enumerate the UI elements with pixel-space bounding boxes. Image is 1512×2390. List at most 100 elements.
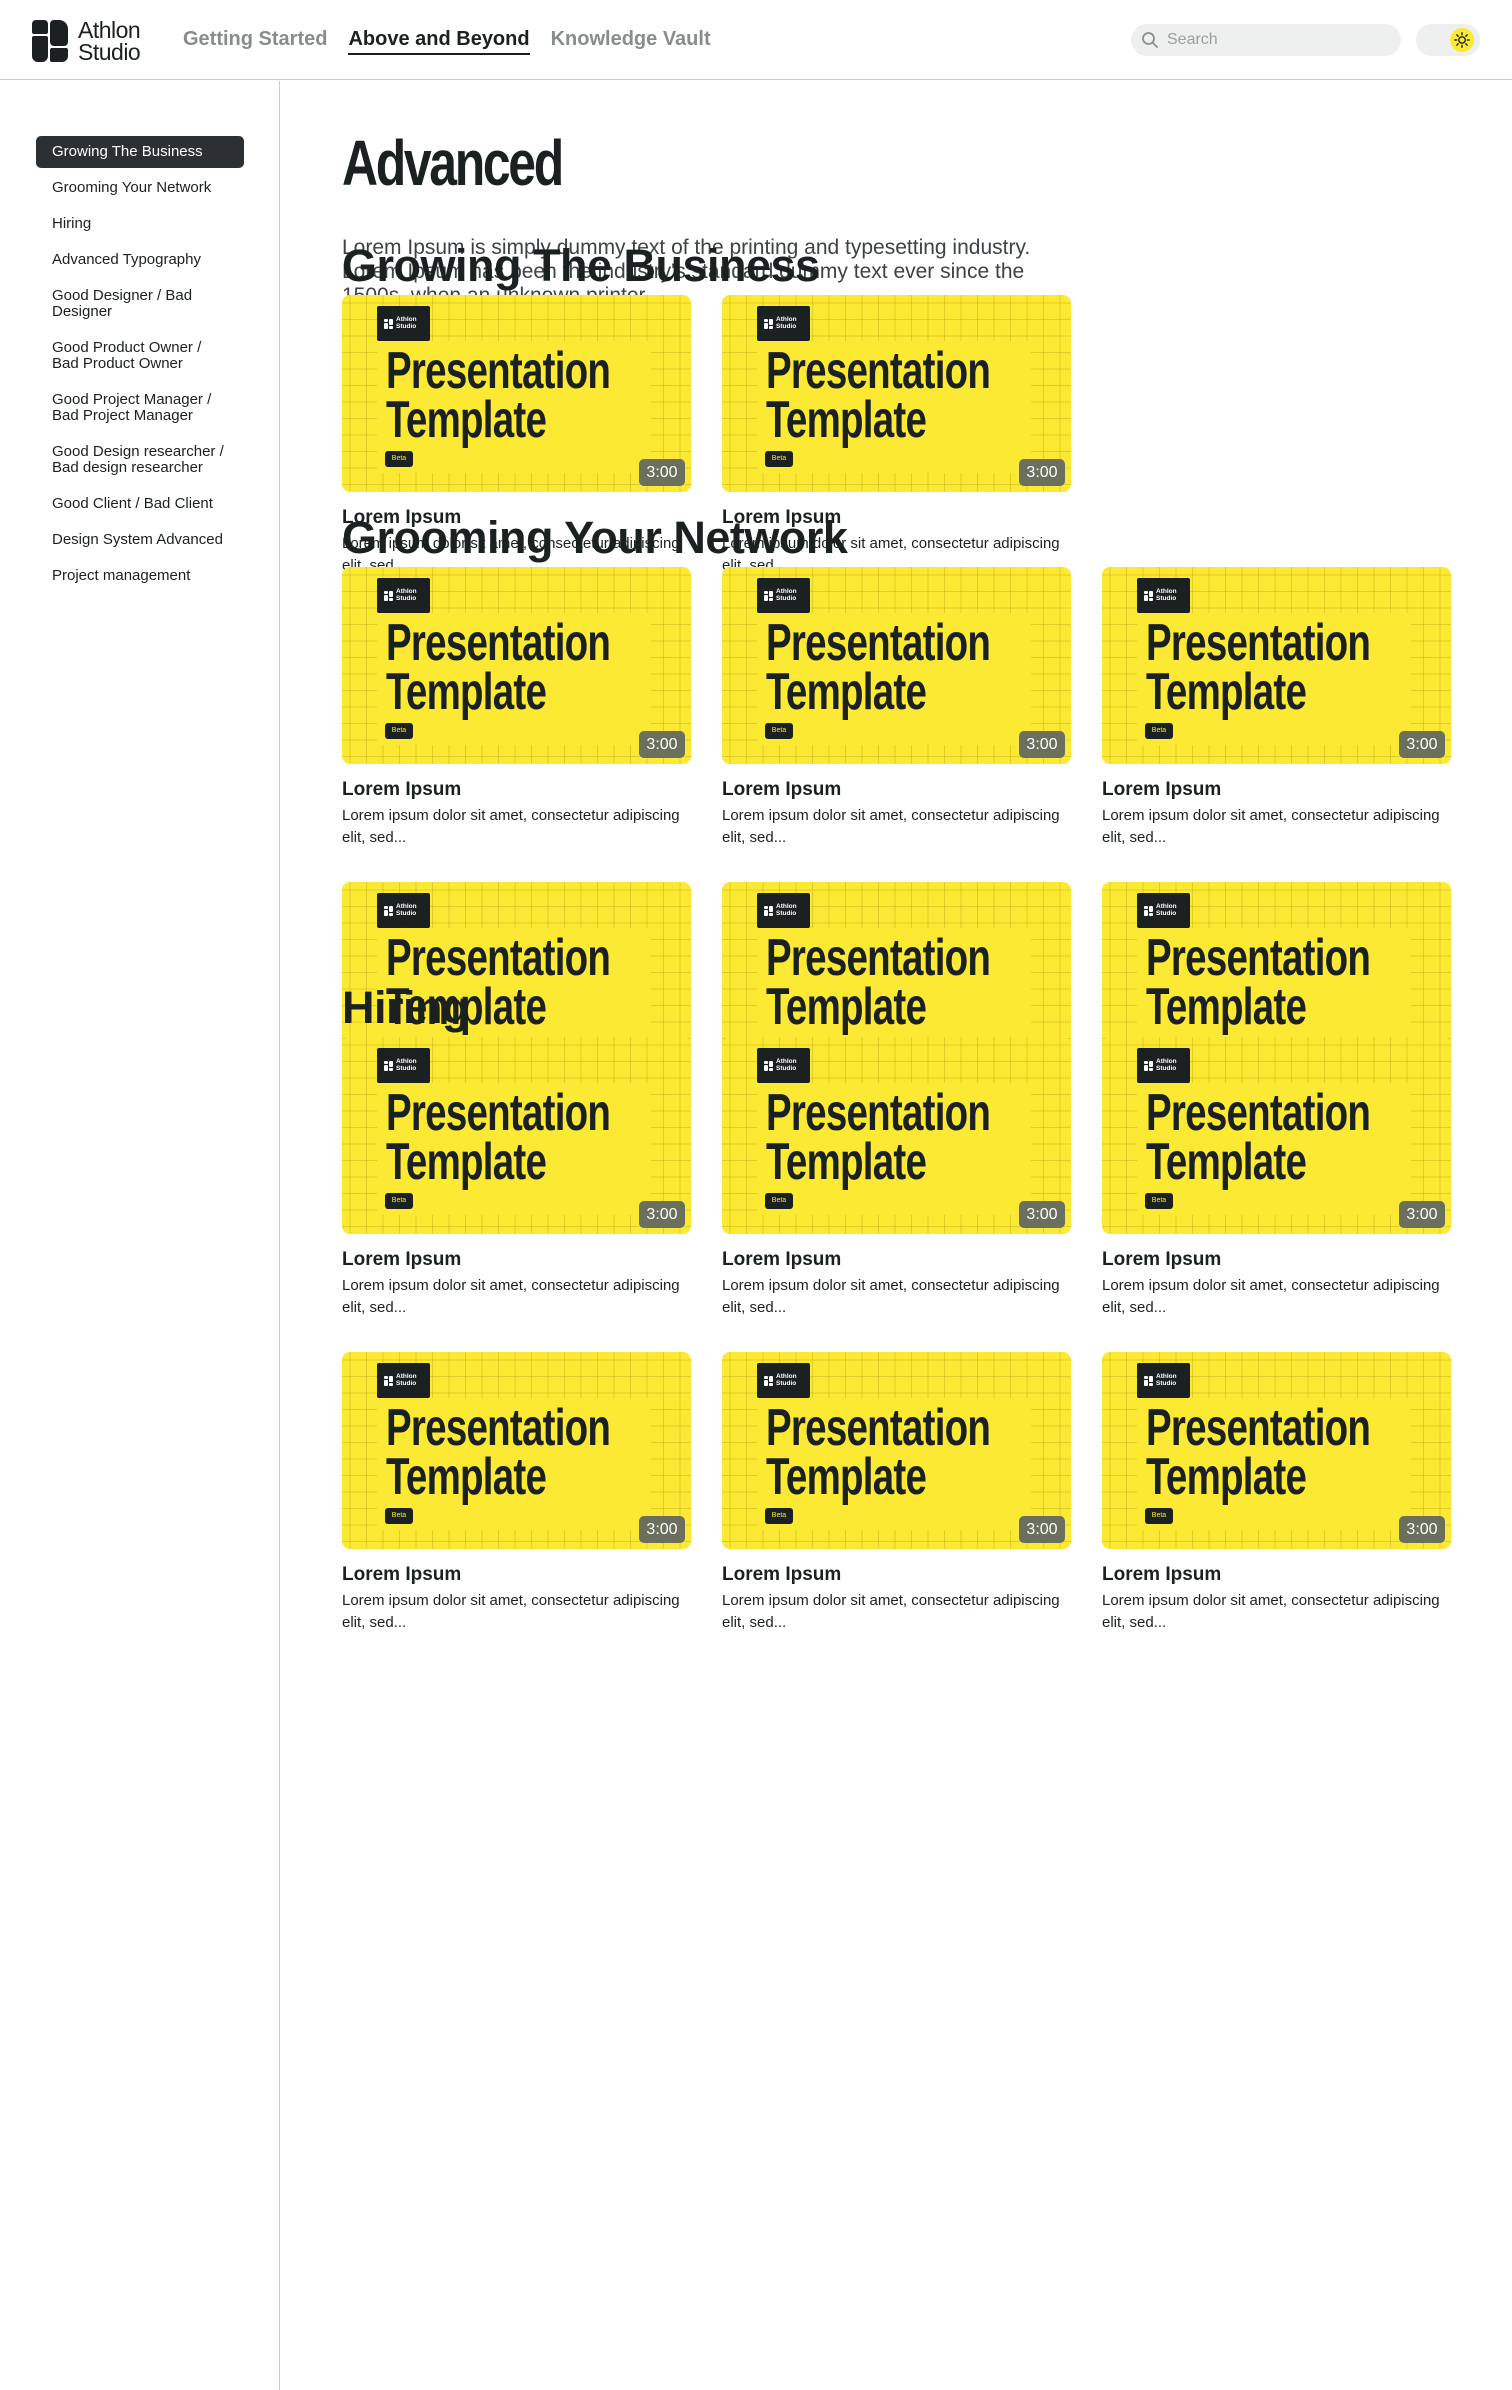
thumbnail-brand: Athlon Studio bbox=[757, 1363, 810, 1398]
logo-mark-icon bbox=[32, 20, 68, 62]
brand-line-2: Studio bbox=[776, 322, 797, 330]
nav-above-and-beyond[interactable]: Above and Beyond bbox=[348, 25, 530, 55]
video-thumbnail[interactable]: AthlonStudio PresentationTemplate Beta 3:00 bbox=[722, 295, 1071, 492]
brand-text: Athlon Studio bbox=[396, 1058, 417, 1072]
beta-badge: Beta bbox=[765, 723, 793, 739]
sidebar: Growing The Business Grooming Your Networ… bbox=[0, 81, 280, 2390]
card-description: Lorem ipsum dolor sit amet, consectetur … bbox=[342, 1592, 680, 1631]
video-thumbnail[interactable]: AthlonStudio PresentationTemplate Beta 3:00 bbox=[342, 1037, 691, 1234]
video-card[interactable]: AthlonStudio PresentationTemplate Beta 3:00… bbox=[342, 1352, 691, 1634]
brand-text: Athlon Studio bbox=[1156, 1373, 1177, 1387]
thumbnail-brand: Athlon Studio bbox=[1137, 578, 1190, 613]
thumbnail-title-line-2: Template bbox=[1146, 978, 1307, 1036]
video-thumbnail[interactable]: AthlonStudio PresentationTemplate Beta 3:00 bbox=[722, 567, 1071, 764]
brand-line-2: Studio bbox=[1156, 909, 1177, 917]
search-input[interactable] bbox=[1167, 31, 1387, 49]
theme-toggle[interactable] bbox=[1416, 24, 1480, 56]
video-thumbnail[interactable]: AthlonStudio PresentationTemplate Beta 3:00 bbox=[1102, 1037, 1451, 1234]
thumbnail-title-line-2: Template bbox=[766, 1133, 927, 1191]
video-card[interactable]: AthlonStudio PresentationTemplate Beta 3:00… bbox=[1102, 567, 1451, 849]
video-card[interactable]: AthlonStudio PresentationTemplate Beta 3:00… bbox=[1102, 1037, 1451, 1319]
brand-logo-icon bbox=[764, 1060, 773, 1071]
brand-line-2: Studio bbox=[1156, 1064, 1177, 1072]
thumbnail-title-line-1: Presentation bbox=[766, 614, 991, 672]
video-thumbnail[interactable]: AthlonStudio PresentationTemplate Beta 3:00 bbox=[342, 295, 691, 492]
card-title[interactable]: Lorem Ipsum bbox=[342, 1564, 461, 1586]
brand-logo-icon bbox=[764, 905, 773, 916]
card-title[interactable]: Lorem Ipsum bbox=[722, 1564, 841, 1586]
thumbnail-title-line-2: Template bbox=[1146, 1448, 1307, 1506]
thumbnail-title: Presentation Template bbox=[386, 617, 611, 721]
thumbnail-title-line-1: Presentation bbox=[766, 929, 991, 987]
beta-badge: Beta bbox=[1145, 723, 1173, 739]
duration-badge: 3:00 bbox=[1399, 1516, 1445, 1543]
brand-logo-icon bbox=[384, 905, 393, 916]
thumbnail-title-line-2: Template bbox=[386, 1448, 547, 1506]
brand-line-2: Studio bbox=[1156, 594, 1177, 602]
thumbnail-title: Presentation Template bbox=[1146, 1402, 1371, 1506]
sidebar-item[interactable]: Advanced Typography bbox=[36, 252, 244, 268]
sidebar-item[interactable]: Grooming Your Network bbox=[36, 180, 244, 196]
thumbnail-brand: Athlon Studio bbox=[377, 893, 430, 928]
video-card[interactable]: AthlonStudio PresentationTemplate Beta 3:00… bbox=[722, 1352, 1071, 1634]
logo[interactable]: Athlon Studio bbox=[32, 19, 141, 65]
brand-logo-icon bbox=[384, 590, 393, 601]
sidebar-item[interactable]: Growing The Business bbox=[36, 136, 244, 168]
logo-line-2: Studio bbox=[78, 39, 141, 65]
card-title[interactable]: Lorem Ipsum bbox=[342, 1249, 461, 1271]
brand-logo-icon bbox=[1144, 590, 1153, 601]
video-thumbnail[interactable]: AthlonStudio PresentationTemplate Beta 3:00 bbox=[722, 1037, 1071, 1234]
section-title: Hiring bbox=[342, 982, 470, 1033]
card-description: Lorem ipsum dolor sit amet, consectetur … bbox=[722, 807, 1060, 846]
sidebar-item[interactable]: Good Client / Bad Client bbox=[36, 496, 244, 512]
video-thumbnail[interactable]: AthlonStudio PresentationTemplate Beta 3:00 bbox=[1102, 567, 1451, 764]
duration-badge: 3:00 bbox=[1399, 731, 1445, 758]
video-thumbnail[interactable]: AthlonStudio PresentationTemplate Beta 3:00 bbox=[722, 1352, 1071, 1549]
duration-badge: 3:00 bbox=[1019, 1516, 1065, 1543]
card-title[interactable]: Lorem Ipsum bbox=[1102, 779, 1221, 801]
card-description: Lorem ipsum dolor sit amet, consectetur … bbox=[1102, 807, 1440, 846]
video-card[interactable]: AthlonStudio PresentationTemplate Beta 3:00… bbox=[342, 567, 691, 849]
section-title: Growing The Business bbox=[342, 240, 820, 291]
video-card[interactable]: AthlonStudio PresentationTemplate Beta 3:00… bbox=[342, 1037, 691, 1319]
sidebar-item[interactable]: Good Product Owner / Bad Product Owner bbox=[36, 340, 244, 372]
sidebar-item[interactable]: Good Design researcher / Bad design rese… bbox=[36, 444, 244, 476]
card-title[interactable]: Lorem Ipsum bbox=[1102, 1249, 1221, 1271]
search-box[interactable] bbox=[1131, 24, 1401, 56]
thumbnail-title-line-1: Presentation bbox=[766, 1399, 991, 1457]
sidebar-item[interactable]: Design System Advanced bbox=[36, 532, 244, 548]
video-card[interactable]: AthlonStudio PresentationTemplate Beta 3:00… bbox=[722, 567, 1071, 849]
duration-badge: 3:00 bbox=[639, 1201, 685, 1228]
thumbnail-title-line-2: Template bbox=[1146, 663, 1307, 721]
sidebar-item[interactable]: Good Project Manager / Bad Project Manag… bbox=[36, 392, 244, 424]
video-thumbnail[interactable]: AthlonStudio PresentationTemplate Beta 3:00 bbox=[342, 1352, 691, 1549]
card-title[interactable]: Lorem Ipsum bbox=[342, 779, 461, 801]
thumbnail-brand: Athlon Studio bbox=[1137, 1363, 1190, 1398]
thumbnail-title-line-2: Template bbox=[766, 663, 927, 721]
nav-getting-started[interactable]: Getting Started bbox=[183, 25, 327, 55]
sidebar-item[interactable]: Project management bbox=[36, 568, 244, 584]
nav-knowledge-vault[interactable]: Knowledge Vault bbox=[551, 25, 711, 55]
video-card[interactable]: AthlonStudio PresentationTemplate Beta 3:00… bbox=[722, 1037, 1071, 1319]
video-thumbnail[interactable]: AthlonStudio PresentationTemplate Beta 3:00 bbox=[342, 567, 691, 764]
section-title: Grooming Your Network bbox=[342, 512, 848, 563]
card-title[interactable]: Lorem Ipsum bbox=[722, 779, 841, 801]
brand-text: Athlon Studio bbox=[776, 588, 797, 602]
card-description: Lorem ipsum dolor sit amet, consectetur … bbox=[1102, 1592, 1440, 1631]
video-thumbnail[interactable]: AthlonStudio PresentationTemplate Beta 3:00 bbox=[1102, 1352, 1451, 1549]
beta-badge: Beta bbox=[385, 451, 413, 467]
sidebar-item[interactable]: Good Designer / Bad Designer bbox=[36, 288, 244, 320]
brand-logo-icon bbox=[384, 1060, 393, 1071]
thumbnail-title-line-2: Template bbox=[386, 663, 547, 721]
brand-text: Athlon Studio bbox=[396, 588, 417, 602]
search-icon bbox=[1142, 32, 1158, 48]
sidebar-item[interactable]: Hiring bbox=[36, 216, 244, 232]
thumbnail-brand: Athlon Studio bbox=[377, 1048, 430, 1083]
card-title[interactable]: Lorem Ipsum bbox=[1102, 1564, 1221, 1586]
thumbnail-brand: Athlon Studio bbox=[757, 1048, 810, 1083]
video-card[interactable]: AthlonStudio PresentationTemplate Beta 3:00… bbox=[1102, 1352, 1451, 1634]
brand-text: Athlon Studio bbox=[776, 1058, 797, 1072]
thumbnail-title: Presentation Template bbox=[386, 345, 611, 446]
brand-text: Athlon Studio bbox=[396, 903, 417, 917]
card-title[interactable]: Lorem Ipsum bbox=[722, 1249, 841, 1271]
